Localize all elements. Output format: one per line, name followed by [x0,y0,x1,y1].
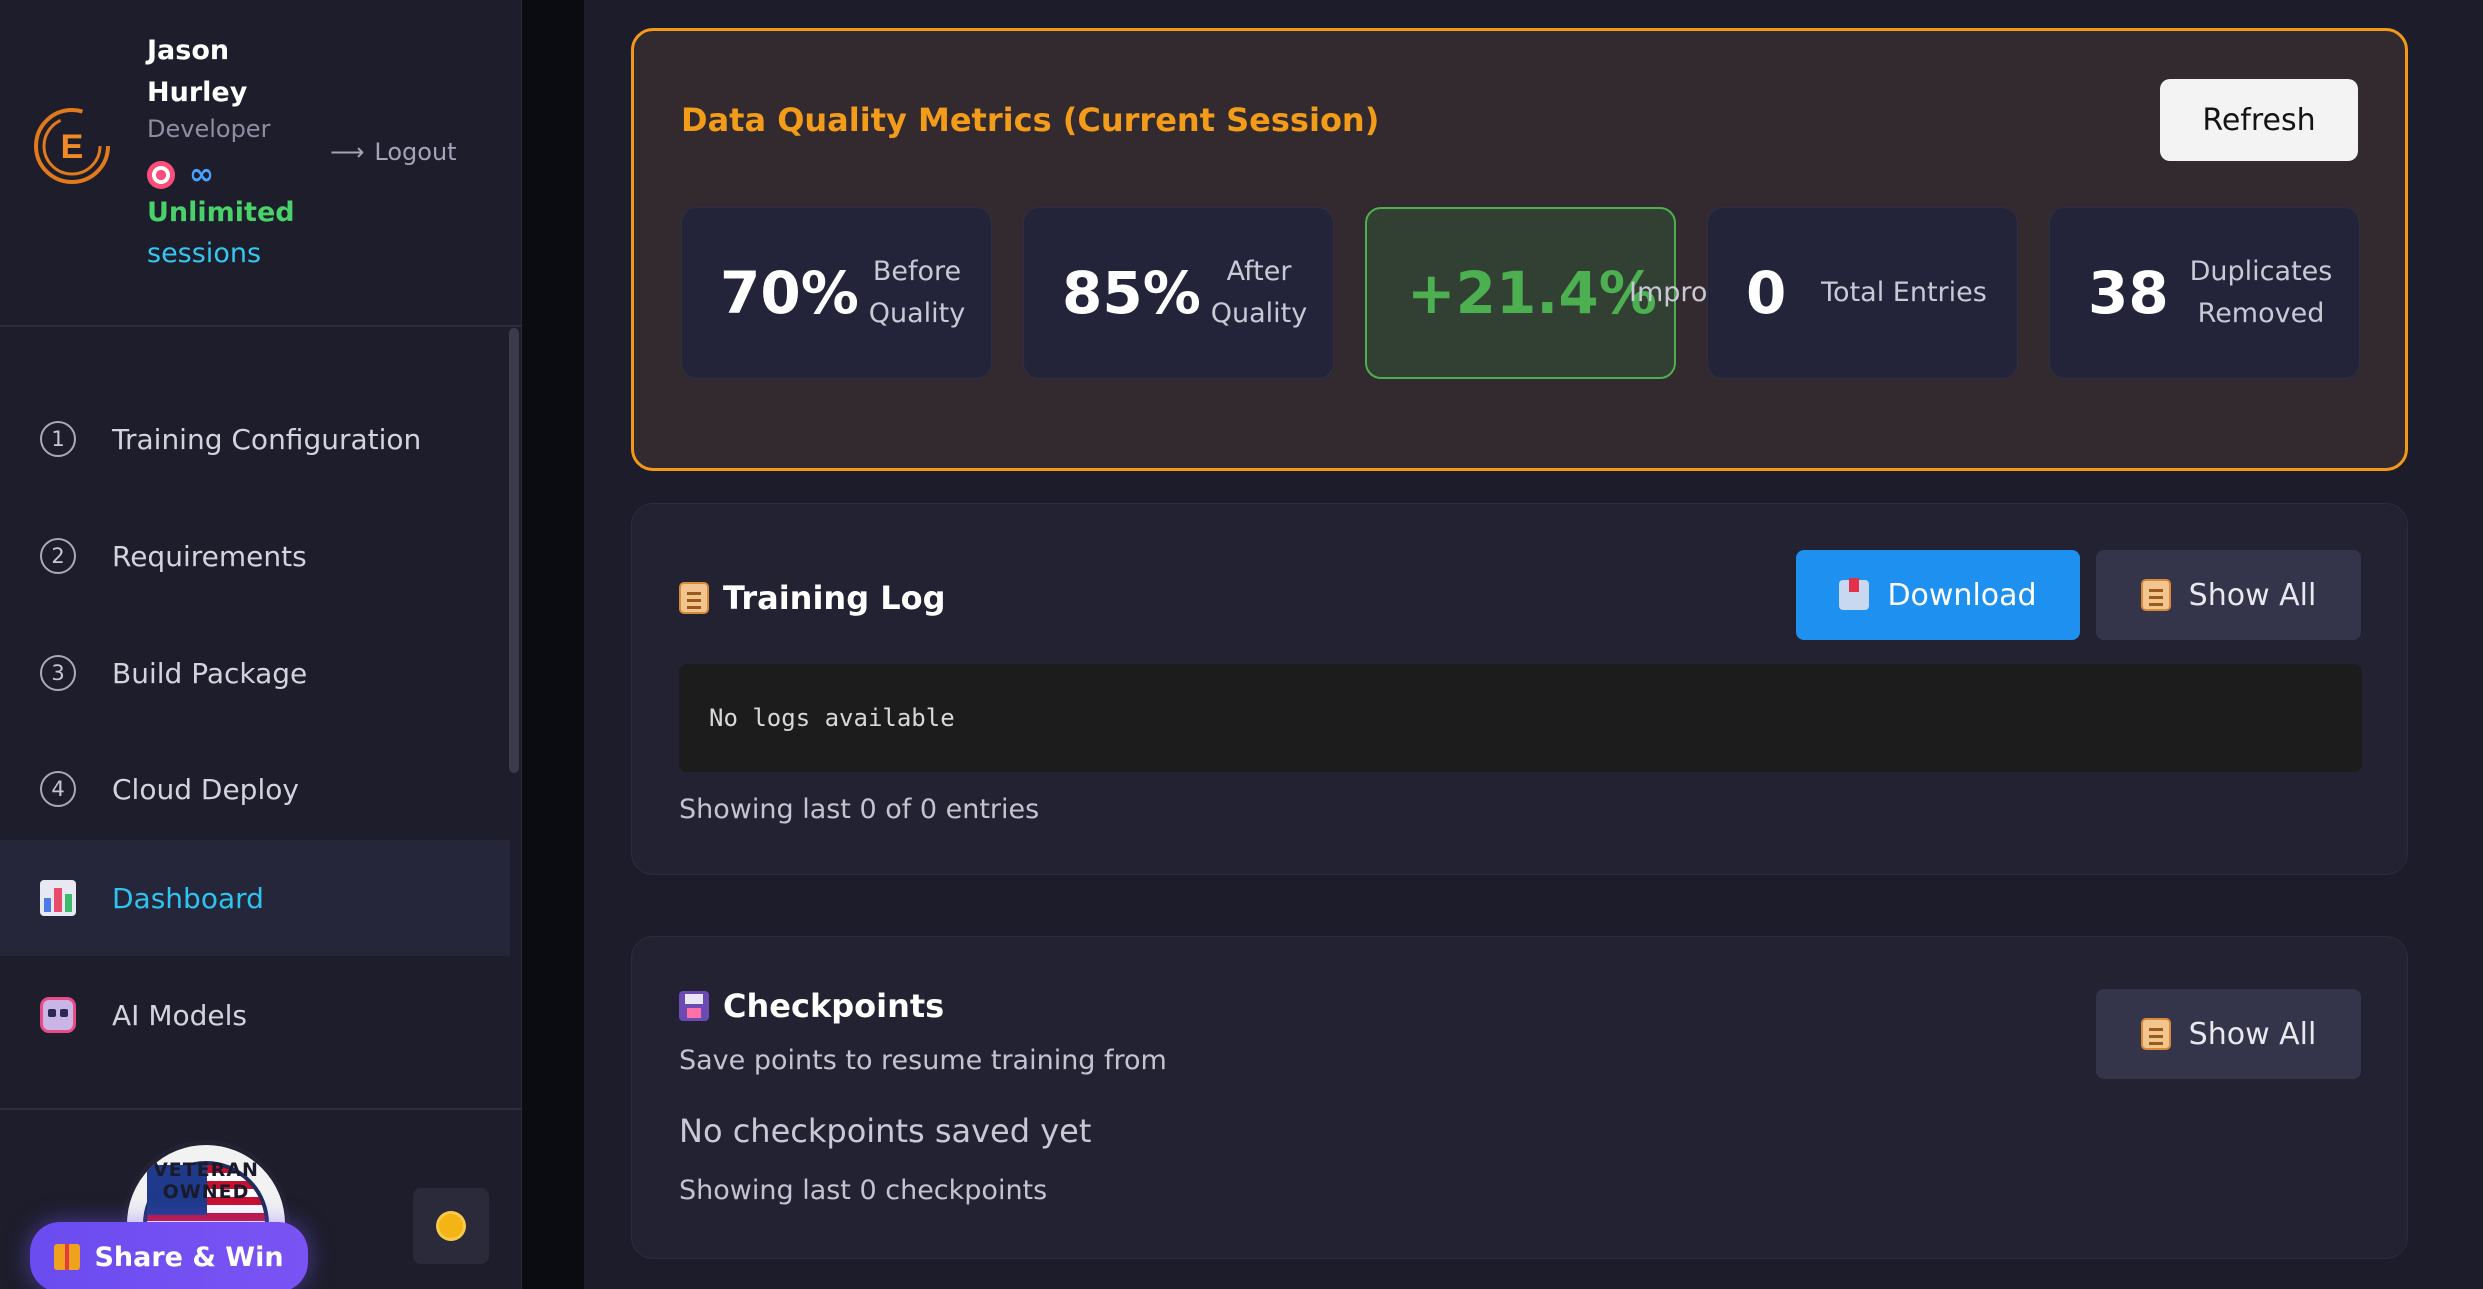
metric-label: Duplicates Removed [2189,256,2333,329]
metric-value: 0 [1746,259,1787,327]
log-output[interactable]: No logs available [679,664,2362,772]
metric-before-quality: 70% Before Quality [681,207,992,379]
user-badges: ∞ [147,157,214,192]
show-all-label: Show All [2188,1016,2317,1052]
metric-label: Total Entries [1821,277,1987,308]
profile-panel: E Jason Hurley Developer ∞ Unlimited ses… [0,0,522,327]
metrics-title: Data Quality Metrics (Current Session) [681,101,1380,139]
logo-letter: E [61,128,84,166]
metric-value: 70% [720,259,859,327]
download-button[interactable]: Download [1796,550,2080,640]
app-logo: E [34,108,110,184]
circled-4-icon: 4 [40,771,76,807]
training-log-title: Training Log [679,579,946,617]
checkpoints-title: Checkpoints [679,987,944,1025]
nav-item-label: Cloud Deploy [112,772,299,806]
metric-value: 85% [1062,259,1201,327]
nav-item-ai-models[interactable]: AI Models [0,957,510,1073]
show-all-label: Show All [2188,577,2317,613]
checkpoints-subtitle: Save points to resume training from [679,1045,1167,1076]
user-name: Jason Hurley [147,35,248,108]
logout-button[interactable]: ⟶ Logout [330,138,457,166]
nav-item-dashboard[interactable]: Dashboard [0,840,510,956]
nav-item-requirements[interactable]: 2 Requirements [0,498,510,614]
badge-text: VETERAN OWNED [153,1159,259,1203]
circled-2-icon: 2 [40,538,76,574]
show-all-checkpoints-button[interactable]: Show All [2096,989,2361,1079]
metric-after-quality: 85% After Quality [1023,207,1334,379]
checkpoints-card: Checkpoints Save points to resume traini… [631,936,2408,1259]
circled-3-icon: 3 [40,655,76,691]
share-label: Share & Win [94,1241,284,1273]
infinity-icon: ∞ [189,157,214,192]
log-entries-count: Showing last 0 of 0 entries [679,794,1040,825]
nav-item-build-package[interactable]: 3 Build Package [0,615,510,731]
main-content: Data Quality Metrics (Current Session) R… [584,0,2483,1289]
nav-item-cloud-deploy[interactable]: 4 Cloud Deploy [0,731,510,847]
download-label: Download [1887,577,2037,613]
nav-item-label: Training Configuration [112,422,422,456]
sidebar-scrollbar[interactable] [509,328,519,773]
inbox-tray-icon [1839,578,1870,610]
floppy-disk-icon [679,991,709,1021]
metric-value: 38 [2088,259,2169,327]
theme-toggle-button[interactable] [413,1188,489,1264]
metric-label: Before Quality [868,256,966,329]
metric-label: Improv [1629,277,1719,308]
nav-item-label: Requirements [112,539,307,573]
checkpoints-heading: Checkpoints [723,987,945,1025]
nav-item-label: Build Package [112,656,308,690]
metric-value: +21.4% [1407,259,1657,327]
training-log-heading: Training Log [723,579,946,617]
sun-icon [439,1214,463,1238]
checkpoints-count: Showing last 0 checkpoints [679,1175,1048,1206]
arrow-right-icon: ⟶ [330,138,365,166]
metric-label: After Quality [1210,256,1308,329]
scroll-icon [2140,1018,2171,1050]
nav-item-training-configuration[interactable]: 1 Training Configuration [0,381,510,497]
robot-icon [40,997,76,1033]
circled-1-icon: 1 [40,421,76,457]
metric-total-entries: 0 Total Entries [1707,207,2018,379]
share-and-win-button[interactable]: Share & Win [30,1222,308,1289]
sessions-status-suffix: sessions [147,238,262,269]
logout-label: Logout [374,138,457,166]
data-quality-metrics-card: Data Quality Metrics (Current Session) R… [631,28,2408,471]
sidebar: E Jason Hurley Developer ∞ Unlimited ses… [0,0,522,1289]
user-role: Developer [147,115,271,143]
training-log-card: Training Log Download Show All No logs a… [631,503,2408,875]
bar-chart-icon [40,880,76,916]
sidebar-gutter [522,0,584,1289]
target-icon [147,160,175,189]
nav-item-label: Dashboard [112,881,264,915]
gift-icon [54,1244,81,1270]
show-all-logs-button[interactable]: Show All [2096,550,2361,640]
metric-improvement: +21.4% Improv [1365,207,1719,379]
checkpoints-empty-state: No checkpoints saved yet [679,1112,1092,1150]
metric-duplicates-removed: 38 Duplicates Removed [2049,207,2360,379]
sessions-status: Unlimited [147,197,295,228]
nav-item-label: AI Models [112,998,247,1032]
scroll-icon [2140,579,2171,611]
scroll-icon [679,582,709,614]
refresh-button[interactable]: Refresh [2160,79,2358,161]
